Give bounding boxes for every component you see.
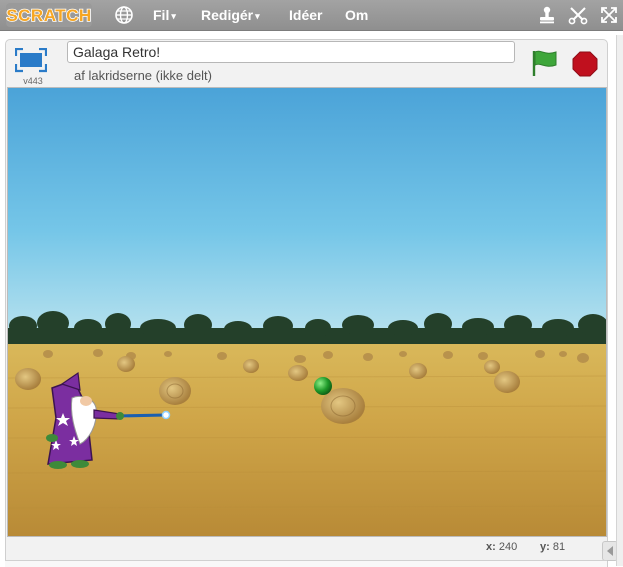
backdrop-image	[8, 88, 606, 536]
project-title-field[interactable]	[67, 41, 515, 63]
x-label: x:	[486, 541, 496, 553]
mouse-x-readout: x: 240	[486, 541, 517, 553]
project-byline: af lakridserne (ikke delt)	[74, 68, 212, 83]
panel-divider	[616, 35, 623, 566]
logo-text: SCRATCH	[6, 6, 91, 25]
chevron-down-icon: ▾	[255, 11, 260, 21]
menu-about-label: Om	[345, 7, 369, 23]
y-value: 81	[552, 541, 566, 553]
fullscreen-icon[interactable]	[599, 5, 619, 25]
chevron-left-icon	[607, 546, 613, 556]
scratch-logo[interactable]: SCRATCH	[6, 3, 92, 27]
menu-tips[interactable]: Idéer	[289, 7, 322, 23]
stop-icon[interactable]	[572, 51, 598, 77]
x-value: 240	[498, 541, 518, 553]
version-label: v443	[23, 76, 43, 86]
presentation-mode-icon[interactable]	[15, 48, 47, 76]
mouse-y-readout: y: 81	[540, 541, 565, 553]
stage-canvas[interactable]	[7, 87, 607, 537]
y-label: y:	[540, 541, 550, 553]
globe-icon[interactable]	[114, 5, 134, 25]
scissors-icon[interactable]	[568, 5, 588, 25]
green-flag-icon[interactable]	[530, 48, 558, 78]
menu-file[interactable]: Fil ▾	[153, 7, 176, 23]
menu-edit-label: Redigér	[201, 7, 254, 23]
menu-edit[interactable]: Redigér ▾	[201, 7, 260, 23]
menu-tips-label: Idéer	[289, 7, 323, 23]
chevron-down-icon: ▾	[171, 11, 176, 21]
green-orb-sprite[interactable]	[314, 377, 332, 395]
menu-bar: SCRATCH Fil ▾ Redigér ▾ Idéer Om	[0, 0, 623, 31]
stamp-icon[interactable]	[537, 5, 557, 25]
menu-file-label: Fil	[153, 7, 170, 23]
menu-about[interactable]: Om	[345, 7, 368, 23]
